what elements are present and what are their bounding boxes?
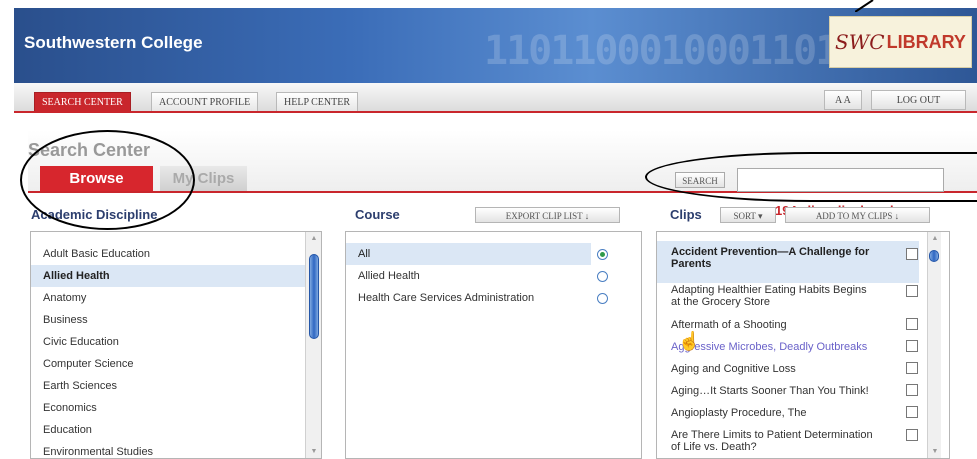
list-item[interactable]: Adult Basic Education bbox=[31, 243, 306, 265]
list-item[interactable]: Allied Health bbox=[346, 265, 591, 287]
clip-title[interactable]: Angioplasty Procedure, The bbox=[671, 407, 891, 419]
clip-checkbox[interactable] bbox=[906, 429, 918, 441]
list-item[interactable]: Allied Health bbox=[31, 265, 306, 287]
scroll-up-icon[interactable]: ▲ bbox=[930, 235, 940, 243]
list-item[interactable]: Health Care Services Administration bbox=[346, 287, 591, 309]
logout-button[interactable]: Log Out bbox=[871, 90, 966, 110]
clip-title[interactable]: Aftermath of a Shooting bbox=[671, 319, 891, 331]
list-item[interactable]: Economics bbox=[31, 397, 306, 419]
clip-title[interactable]: Aging and Cognitive Loss bbox=[671, 363, 891, 375]
library-logo[interactable]: SWC LIBRARY bbox=[829, 16, 972, 68]
list-item[interactable]: All bbox=[346, 243, 591, 265]
clip-checkbox[interactable] bbox=[906, 384, 918, 396]
course-list[interactable]: All Allied Health Health Care Services A… bbox=[345, 231, 642, 459]
binary-decoration: 1101100010001101 bbox=[484, 28, 839, 74]
course-radio-allied-health[interactable] bbox=[597, 271, 608, 282]
tab-my-clips[interactable]: My Clips bbox=[160, 166, 247, 192]
course-header: Course bbox=[355, 207, 400, 222]
clip-title[interactable]: Adapting Healthier Eating Habits Begins … bbox=[671, 284, 891, 308]
clip-title[interactable]: Accident Prevention—A Challenge for Pare… bbox=[671, 246, 891, 270]
clip-line: Adapting Healthier Eating Habits Begins bbox=[671, 284, 867, 296]
clips-scrollbar[interactable]: ▲ ▼ bbox=[927, 232, 941, 458]
college-title: Southwestern College bbox=[24, 33, 203, 52]
list-item[interactable]: Computer Science bbox=[31, 353, 306, 375]
clip-title[interactable]: Aging…It Starts Sooner Than You Think! bbox=[671, 385, 891, 397]
clip-checkbox[interactable] bbox=[906, 318, 918, 330]
list-item[interactable]: Earth Sciences bbox=[31, 375, 306, 397]
clip-title[interactable]: Are There Limits to Patient Determinatio… bbox=[671, 429, 891, 453]
clip-checkbox[interactable] bbox=[906, 362, 918, 374]
scroll-down-icon[interactable]: ▼ bbox=[309, 448, 319, 456]
clip-line: Parents bbox=[671, 258, 712, 270]
tab-help-center[interactable]: Help Center bbox=[276, 92, 359, 111]
search-input[interactable] bbox=[737, 168, 944, 192]
list-item[interactable]: Anatomy bbox=[31, 287, 306, 309]
sort-button[interactable]: Sort ▾ bbox=[720, 207, 776, 223]
clip-checkbox[interactable] bbox=[906, 248, 918, 260]
tab-search-center[interactable]: Search Center bbox=[34, 92, 131, 111]
discipline-header: Academic Discipline bbox=[31, 207, 158, 222]
scroll-down-icon[interactable]: ▼ bbox=[930, 448, 940, 456]
list-item[interactable]: Environmental Studies bbox=[31, 441, 306, 458]
clip-line: Accident Prevention—A Challenge for bbox=[671, 246, 870, 258]
course-radio-hcsa[interactable] bbox=[597, 293, 608, 304]
list-item[interactable]: Civic Education bbox=[31, 331, 306, 353]
clip-checkbox[interactable] bbox=[906, 406, 918, 418]
logo-swc-text: SWC bbox=[835, 30, 885, 54]
font-size-toggle[interactable]: A A bbox=[824, 90, 862, 110]
scroll-up-icon[interactable]: ▲ bbox=[309, 235, 319, 243]
clip-line: at the Grocery Store bbox=[671, 296, 771, 308]
page-title: Search Center bbox=[28, 140, 151, 160]
tab-account-profile[interactable]: Account Profile bbox=[151, 92, 259, 111]
search-button[interactable]: Search bbox=[675, 172, 725, 188]
scroll-thumb[interactable] bbox=[929, 250, 939, 262]
list-item[interactable]: Education bbox=[31, 419, 306, 441]
clip-line: Are There Limits to Patient Determinatio… bbox=[671, 429, 873, 441]
annotation-stroke bbox=[855, 0, 874, 12]
scroll-thumb[interactable] bbox=[309, 254, 319, 339]
nav-bar: Search Center Account Profile Help Cente… bbox=[14, 83, 977, 113]
clip-checkbox[interactable] bbox=[906, 285, 918, 297]
clips-header: Clips bbox=[670, 207, 702, 222]
add-to-my-clips-button[interactable]: Add to My Clips ↓ bbox=[785, 207, 930, 223]
discipline-list[interactable]: Adult Basic Education Allied Health Anat… bbox=[30, 231, 322, 459]
logo-library-text: LIBRARY bbox=[886, 31, 966, 52]
export-clip-list-button[interactable]: Export Clip List ↓ bbox=[475, 207, 620, 223]
clip-title[interactable]: Aggressive Microbes, Deadly Outbreaks bbox=[671, 341, 891, 353]
clip-line: of Life vs. Death? bbox=[671, 441, 757, 453]
header-banner: 1101100010001101 Southwestern College SW… bbox=[14, 8, 977, 83]
hand-cursor-icon: ☝ bbox=[678, 331, 701, 351]
tab-browse[interactable]: Browse bbox=[40, 166, 153, 192]
clip-checkbox[interactable] bbox=[906, 340, 918, 352]
list-item[interactable]: Business bbox=[31, 309, 306, 331]
discipline-scrollbar[interactable]: ▲ ▼ bbox=[305, 232, 321, 458]
course-radio-all[interactable] bbox=[597, 249, 608, 260]
